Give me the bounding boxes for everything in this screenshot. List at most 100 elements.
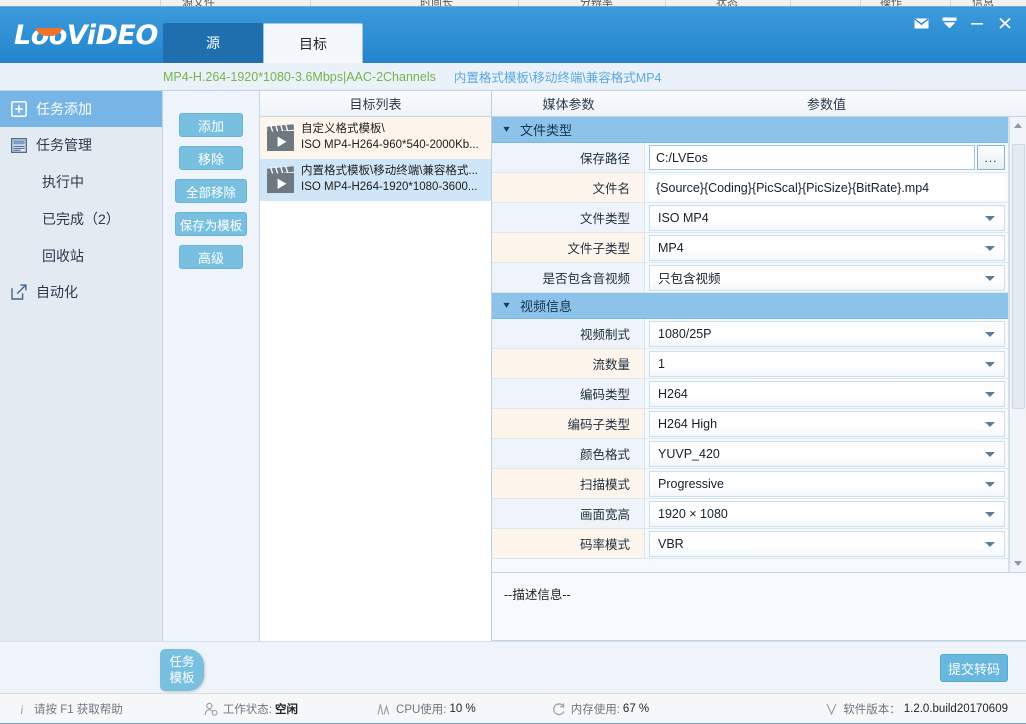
table-row: 流数量 1 xyxy=(492,349,1008,379)
save-path-input[interactable]: C:/LVEos xyxy=(649,145,975,170)
minimize-button[interactable] xyxy=(964,12,990,34)
sidebar-item-label: 回收站 xyxy=(42,246,84,266)
task-template-line1: 任务 xyxy=(169,654,194,670)
scroll-down-button[interactable] xyxy=(1010,555,1026,572)
row-label: 保存路径 xyxy=(492,143,645,172)
list-item-text: 内置格式模板\移动终端\兼容格式... ISO MP4-H264-1920*10… xyxy=(301,164,478,194)
group-header-file-type[interactable]: ▾ 文件类型 xyxy=(492,117,1008,143)
row-value: 1080/25P xyxy=(645,319,1008,348)
status-help-text: 请按 F1 获取帮助 xyxy=(34,701,123,717)
submit-transcode-button[interactable]: 提交转码 xyxy=(940,654,1008,682)
color-format-select[interactable]: YUVP_420 xyxy=(649,441,1005,467)
advanced-button[interactable]: 高级 xyxy=(179,245,243,269)
sidebar-item-recycle-bin[interactable]: 回收站 xyxy=(0,237,162,274)
table-row: 视频制式 1080/25P xyxy=(492,319,1008,349)
sidebar-item-running[interactable]: 执行中 xyxy=(0,163,162,200)
table-row: 扫描模式 Progressive xyxy=(492,469,1008,499)
codec-subtype-select[interactable]: H264 High xyxy=(649,411,1005,437)
file-type-select[interactable]: ISO MP4 xyxy=(649,205,1005,231)
row-label: 码率模式 xyxy=(492,529,645,558)
include-av-select[interactable]: 只包含视频 xyxy=(649,265,1005,291)
tab-target[interactable]: 目标 xyxy=(263,23,363,63)
row-label: 文件类型 xyxy=(492,203,645,232)
remove-button[interactable]: 移除 xyxy=(179,146,243,170)
external-link-icon xyxy=(10,283,28,301)
list-item[interactable]: 自定义格式模板\ ISO MP4-H264-960*540-2000Kb... xyxy=(260,117,491,159)
sidebar: 任务添加 任务管理 执行中 已完成（2） 回收站 xyxy=(0,91,163,641)
sidebar-item-task-add[interactable]: 任务添加 xyxy=(0,91,162,127)
table-row: 文件名 {Source}{Coding}{PicScal}{PicSize}{B… xyxy=(492,173,1008,203)
sidebar-item-completed[interactable]: 已完成（2） xyxy=(0,200,162,237)
chevron-down-icon xyxy=(985,216,995,221)
group-title: 视频信息 xyxy=(520,296,572,315)
save-as-template-button[interactable]: 保存为模板 xyxy=(175,212,247,236)
breadcrumb-template-path: 内置格式模板\移动终端\兼容格式MP4 xyxy=(454,67,662,86)
chevron-down-icon xyxy=(985,452,995,457)
row-label: 文件子类型 xyxy=(492,233,645,262)
file-subtype-select[interactable]: MP4 xyxy=(649,235,1005,261)
cpu-chart-icon xyxy=(376,701,392,717)
list-item[interactable]: 内置格式模板\移动终端\兼容格式... ISO MP4-H264-1920*10… xyxy=(260,159,491,201)
row-value: C:/LVEos ... xyxy=(645,143,1008,172)
list-item-line1: 自定义格式模板\ xyxy=(301,122,479,137)
tab-source[interactable]: 源 xyxy=(163,23,263,63)
row-value: VBR xyxy=(645,529,1008,558)
target-toolbar: 添加 移除 全部移除 保存为模板 高级 xyxy=(163,91,260,641)
scroll-up-button[interactable] xyxy=(1010,117,1026,134)
file-name-input[interactable]: {Source}{Coding}{PicScal}{PicSize}{BitRa… xyxy=(649,175,1005,200)
target-list-panel: 目标列表 自定义格式模板\ xyxy=(260,91,492,641)
chevron-down-icon xyxy=(985,392,995,397)
select-value: H264 High xyxy=(658,417,717,431)
chevron-down-icon: ▾ xyxy=(503,124,509,135)
row-label: 扫描模式 xyxy=(492,469,645,498)
tab-strip: 源 目标 xyxy=(163,23,363,63)
user-icon xyxy=(203,701,219,717)
row-value: 只包含视频 xyxy=(645,263,1008,292)
clapperboard-icon xyxy=(266,123,296,153)
target-list-header: 目标列表 xyxy=(260,91,491,117)
codec-type-select[interactable]: H264 xyxy=(649,381,1005,407)
list-item-line2: ISO MP4-H264-960*540-2000Kb... xyxy=(301,138,479,153)
sidebar-item-task-manage[interactable]: 任务管理 xyxy=(0,127,162,163)
mail-icon[interactable] xyxy=(908,12,934,34)
sidebar-item-automation[interactable]: 自动化 xyxy=(0,274,162,310)
chevron-down-icon xyxy=(985,482,995,487)
video-standard-select[interactable]: 1080/25P xyxy=(649,321,1005,347)
cpu-label: CPU使用: xyxy=(396,701,446,717)
table-row: 码率模式 VBR xyxy=(492,529,1008,559)
version-label: 软件版本： xyxy=(843,701,901,717)
plus-square-icon xyxy=(10,100,28,118)
scrollbar-thumb[interactable] xyxy=(1012,144,1025,409)
parameter-scrollbar[interactable] xyxy=(1009,117,1026,572)
select-value: YUVP_420 xyxy=(658,447,720,461)
target-list[interactable]: 自定义格式模板\ ISO MP4-H264-960*540-2000Kb... xyxy=(260,117,491,641)
task-template-line2: 模板 xyxy=(169,670,194,686)
stream-count-select[interactable]: 1 xyxy=(649,351,1005,377)
status-work-state: 工作状态: 空闲 xyxy=(203,701,298,717)
sidebar-item-label: 已完成（2） xyxy=(42,209,120,229)
bitrate-mode-select[interactable]: VBR xyxy=(649,531,1005,557)
work-state-value: 空闲 xyxy=(275,701,298,717)
task-template-button[interactable]: 任务 模板 xyxy=(160,649,204,691)
scan-mode-select[interactable]: Progressive xyxy=(649,471,1005,497)
svg-text:i: i xyxy=(20,702,24,716)
frame-size-select[interactable]: 1920 × 1080 xyxy=(649,501,1005,527)
download-icon[interactable] xyxy=(936,12,962,34)
group-header-video-info[interactable]: ▾ 视频信息 xyxy=(492,293,1008,319)
browse-button[interactable]: ... xyxy=(977,145,1005,170)
titlebar: LooViDEO 源 目标 xyxy=(0,7,1026,63)
table-row: 是否包含音视频 只包含视频 xyxy=(492,263,1008,293)
bottom-bar: 任务 模板 提交转码 xyxy=(0,641,1026,693)
row-label: 画面宽高 xyxy=(492,499,645,528)
table-row: 编码类型 H264 xyxy=(492,379,1008,409)
add-button[interactable]: 添加 xyxy=(179,113,243,137)
close-button[interactable] xyxy=(992,12,1018,34)
main-window: LooViDEO 源 目标 xyxy=(0,6,1026,724)
row-value: MP4 xyxy=(645,233,1008,262)
select-value: ISO MP4 xyxy=(658,211,709,225)
remove-all-button[interactable]: 全部移除 xyxy=(175,179,247,203)
parameter-scroll-area: ▾ 文件类型 保存路径 C:/LVEos ... 文件名 xyxy=(492,117,1026,573)
row-value: H264 High xyxy=(645,409,1008,438)
scrollbar-track[interactable] xyxy=(1010,134,1026,555)
select-value: 只包含视频 xyxy=(658,268,721,287)
